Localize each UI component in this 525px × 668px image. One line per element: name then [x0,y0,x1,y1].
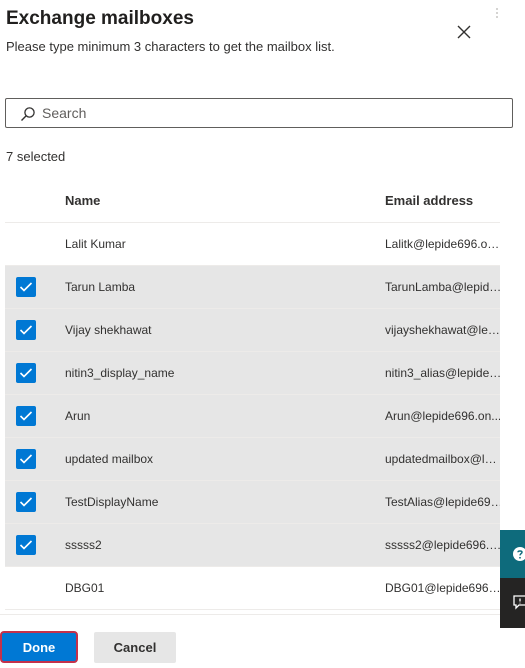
table-row[interactable]: Arun Arun@lepide696.on... [5,395,500,438]
row-name: DBG01 [65,581,105,595]
checkmark-icon [19,454,33,464]
close-icon [457,25,471,39]
panel-subtitle: Please type minimum 3 characters to get … [6,39,335,54]
column-header-name[interactable]: Name [65,193,100,208]
checkmark-icon [19,497,33,507]
checkmark-icon [19,368,33,378]
table-row[interactable]: Vijay shekhawat vijayshekhawat@lepi... [5,309,500,352]
row-email: TarunLamba@lepide... [385,280,500,294]
row-name: TestDisplayName [65,495,159,509]
row-email: nitin3_alias@lepide6... [385,366,500,380]
table-row[interactable]: DBG01 DBG01@lepide696.o... [5,567,500,610]
row-email: vijayshekhawat@lepi... [385,323,500,337]
row-name: updated mailbox [65,452,154,466]
panel-title: Exchange mailboxes [6,8,194,29]
search-icon [21,107,35,121]
selected-count: 7 selected [6,149,66,164]
row-name: Arun [65,409,91,423]
row-name: sssss2 [65,538,102,552]
more-options-icon [494,6,500,22]
row-email: Lalitk@lepide696.on... [385,237,500,251]
row-email: sssss2@lepide696.on... [385,538,500,552]
search-box[interactable] [5,98,513,128]
row-checkbox[interactable] [16,320,36,340]
row-name: Vijay shekhawat [65,323,152,337]
row-checkbox[interactable] [16,535,36,555]
table-row[interactable]: TestDisplayName TestAlias@lepide696.... [5,481,500,524]
column-header-email[interactable]: Email address [385,193,473,208]
row-email: DBG01@lepide696.o... [385,581,500,595]
checkmark-icon [19,540,33,550]
row-name: Lalit Kumar [65,237,126,251]
mailbox-table: Name Email address Lalit Kumar Lalitk@lep… [5,180,500,610]
table-row[interactable]: updated mailbox updatedmailbox@lep... [5,438,500,481]
row-email: TestAlias@lepide696.... [385,495,500,509]
exchange-mailboxes-panel: Exchange mailboxes Please type minimum 3… [0,0,525,668]
side-feedback-tab[interactable] [500,578,525,628]
done-button[interactable]: Done [0,631,78,663]
table-row[interactable]: nitin3_display_name nitin3_alias@lepide6.… [5,352,500,395]
side-help-tab[interactable] [500,530,525,578]
row-checkbox[interactable] [16,449,36,469]
row-name: nitin3_display_name [65,366,175,380]
checkmark-icon [19,325,33,335]
row-name: Tarun Lamba [65,280,136,294]
checkmark-icon [19,282,33,292]
table-row[interactable]: Lalit Kumar Lalitk@lepide696.on... [5,223,500,266]
help-icon [513,547,525,561]
row-email: Arun@lepide696.on... [385,409,500,423]
checkmark-icon [19,411,33,421]
table-row[interactable]: sssss2 sssss2@lepide696.on... [5,524,500,567]
table-row[interactable]: Tarun Lamba TarunLamba@lepide... [5,266,500,309]
row-email: updatedmailbox@lep... [385,452,500,466]
row-checkbox[interactable] [16,492,36,512]
row-checkbox[interactable] [16,406,36,426]
close-button[interactable] [452,20,476,44]
row-checkbox[interactable] [16,277,36,297]
footer-divider [0,614,525,615]
row-checkbox[interactable] [16,363,36,383]
cancel-button[interactable]: Cancel [94,632,176,663]
feedback-icon [513,595,525,610]
search-input[interactable] [42,103,502,123]
table-header: Name Email address [5,180,500,223]
